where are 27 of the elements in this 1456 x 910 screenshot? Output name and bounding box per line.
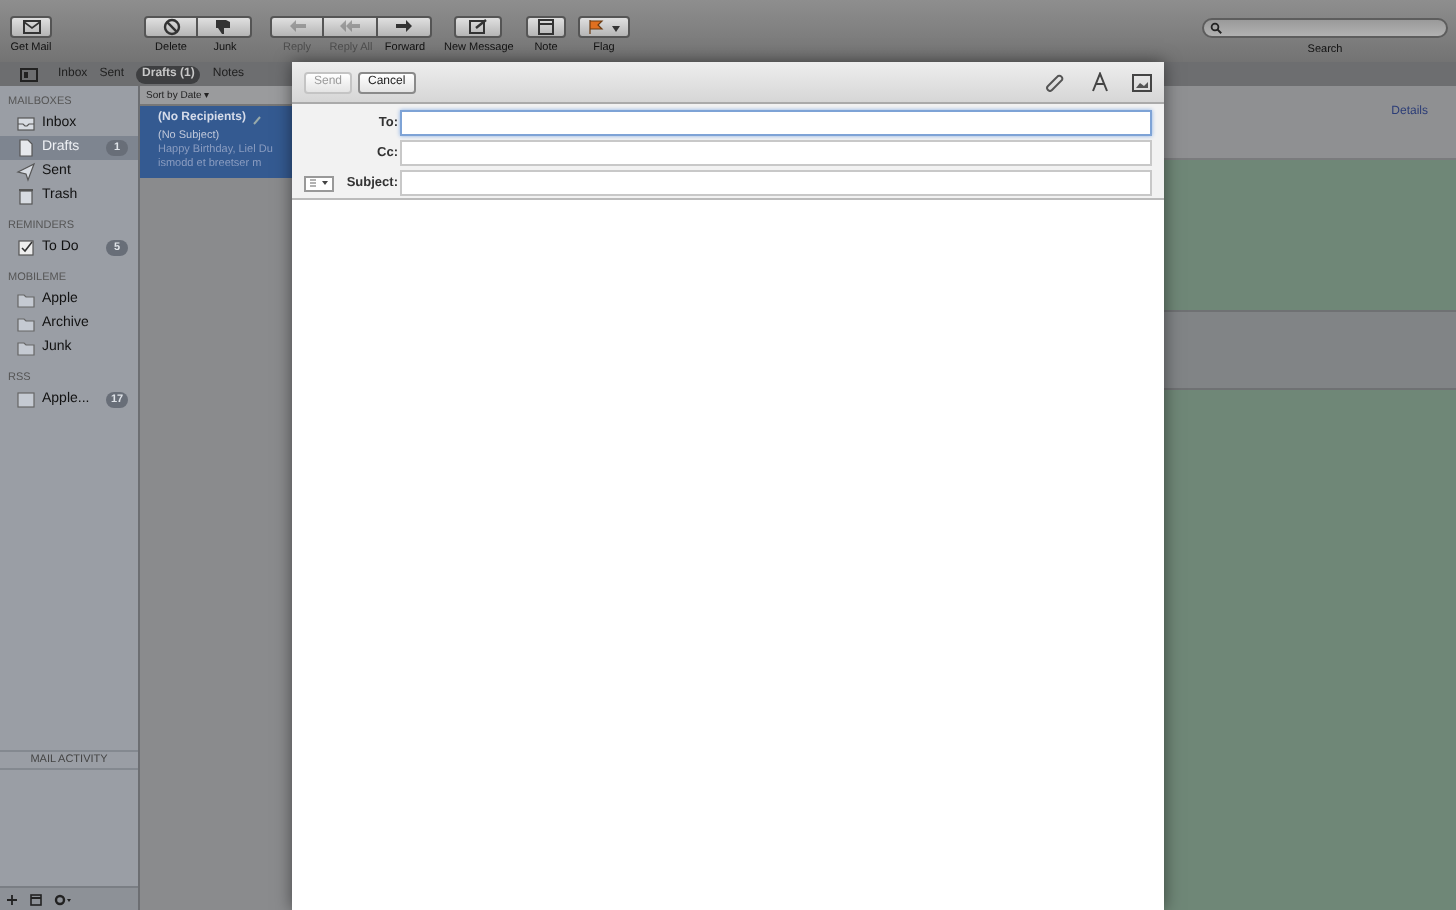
page-icon <box>16 138 36 158</box>
list-caret-icon <box>308 178 330 188</box>
thumbs-down-icon <box>214 18 234 36</box>
search-field[interactable] <box>1202 18 1448 38</box>
reply-all-arrow-icon <box>340 18 360 36</box>
compose-pencil-icon <box>468 18 489 36</box>
note-icon <box>536 18 556 36</box>
gear-icon <box>54 893 72 905</box>
envelope-icon <box>21 18 41 36</box>
photo-browser-icon <box>1132 73 1152 91</box>
flag-icon <box>586 18 606 36</box>
forward-arrow-icon <box>394 18 414 36</box>
search-icon <box>1210 22 1222 34</box>
font-icon <box>1090 72 1110 92</box>
tray-icon <box>16 114 36 134</box>
trash-can-icon <box>16 186 36 206</box>
mailbox-list-icon <box>20 67 38 81</box>
reply-arrow-icon <box>287 18 307 36</box>
input-field[interactable] <box>400 170 1152 196</box>
format-list-button[interactable] <box>304 175 334 191</box>
caret-icon <box>610 21 622 33</box>
input-field[interactable] <box>400 140 1152 166</box>
input-field[interactable] <box>400 110 1152 136</box>
window-icon <box>30 893 42 905</box>
add-icon <box>6 893 18 905</box>
checklist-icon <box>16 238 36 258</box>
prohibition-icon <box>161 18 181 36</box>
